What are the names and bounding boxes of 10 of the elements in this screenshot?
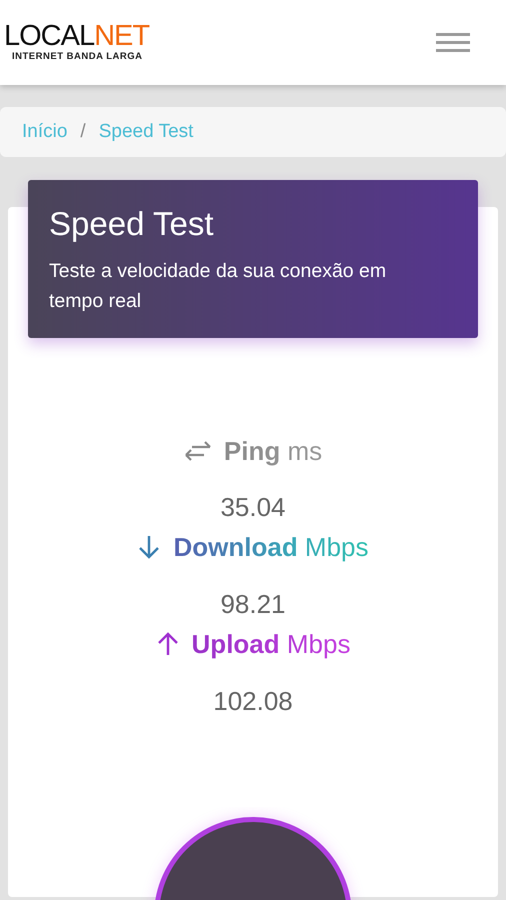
breadcrumb-link[interactable]: Speed Test xyxy=(98,118,194,146)
page-subtitle: Teste a velocidade da sua conexão em tempo real xyxy=(49,258,388,314)
upload-value: 102.08 xyxy=(212,685,294,718)
breadcrumb-separator: / xyxy=(80,120,86,144)
download-value: 98.21 xyxy=(219,588,287,620)
logo: LOCALNET xyxy=(4,22,150,52)
breadcrumb-link[interactable]: Início xyxy=(22,118,68,146)
ping-value: 35.04 xyxy=(219,491,287,524)
page-title: Speed Test xyxy=(49,204,215,244)
logo-tagline: INTERNET BANDA LARGA xyxy=(12,51,144,63)
